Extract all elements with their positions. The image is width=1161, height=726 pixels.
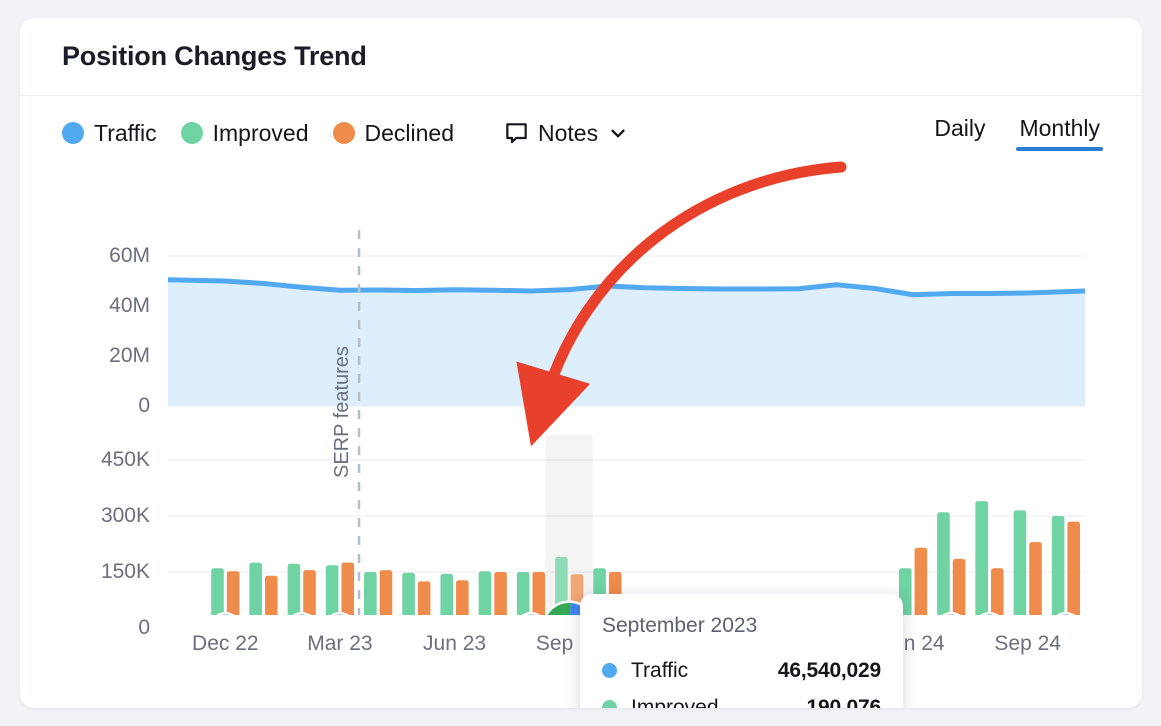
y-tick-0-top: 0 [138,394,150,417]
y-axis-labels: 60M 40M 20M 0 450K 300K 150K 0 [20,230,150,639]
chevron-down-icon [607,122,629,144]
y-tick-20M: 20M [109,344,150,367]
y-tick-150K: 150K [100,560,150,583]
legend-item-traffic[interactable]: Traffic [62,120,157,147]
notes-label: Notes [538,119,599,146]
y-tick-300K: 300K [100,504,150,527]
tooltip-improved-value: 190,076 [806,695,881,709]
y-tick-60M: 60M [109,244,150,267]
chart-tooltip: September 2023 Traffic 46,540,029 Improv… [580,594,903,708]
tooltip-traffic-dot [602,663,617,678]
y-tick-0-bot: 0 [138,616,150,639]
tooltip-traffic-label: Traffic [631,658,689,682]
legend-label-traffic: Traffic [94,119,157,146]
legend-item-declined[interactable]: Declined [332,119,455,147]
tooltip-improved-dot [602,700,617,708]
page-title: Position Changes Trend [62,41,367,71]
tooltip-traffic-value: 46,540,029 [777,658,881,682]
position-changes-trend-card: Position Changes Trend Traffic Improved … [20,18,1142,708]
page-root: Position Changes Trend Traffic Improved … [0,0,1161,726]
x-tick-label: Dec 22 [192,632,259,655]
tab-daily[interactable]: Daily [934,115,985,151]
chart-toolbar: Traffic Improved Declined Notes Daily Mo… [20,96,1142,170]
improved-color-dot [180,122,203,144]
chart-svg [168,230,1085,615]
tooltip-improved-label: Improved [631,695,719,709]
chart-area: 60M 40M 20M 0 450K 300K 150K 0 SERP feat… [20,170,1142,708]
tab-monthly[interactable]: Monthly [1016,115,1103,151]
x-tick-label: Mar 23 [307,632,373,655]
notes-dropdown[interactable]: Notes [504,120,629,147]
plot-canvas: SERP features [168,230,1085,615]
y-tick-40M: 40M [109,294,150,317]
legend-label-improved: Improved [212,119,309,146]
x-tick-label: Sep 24 [994,632,1061,655]
x-tick-label: Jun 23 [423,632,487,655]
legend-label-declined: Declined [364,119,455,146]
note-bubble-icon [504,121,529,146]
tooltip-row-improved: Improved 190,076 [602,689,881,708]
traffic-color-dot [62,122,84,144]
declined-color-dot [332,122,355,144]
y-tick-450K: 450K [100,448,150,471]
tooltip-row-traffic: Traffic 46,540,029 [602,652,881,689]
tooltip-date: September 2023 [602,614,758,637]
granularity-toggle: Daily Monthly [934,115,1103,151]
chart-legend: Traffic Improved Declined Notes [62,120,629,147]
card-header: Position Changes Trend [20,18,1142,96]
legend-item-improved[interactable]: Improved [180,119,309,147]
serp-features-annotation-label: SERP features [331,346,354,478]
